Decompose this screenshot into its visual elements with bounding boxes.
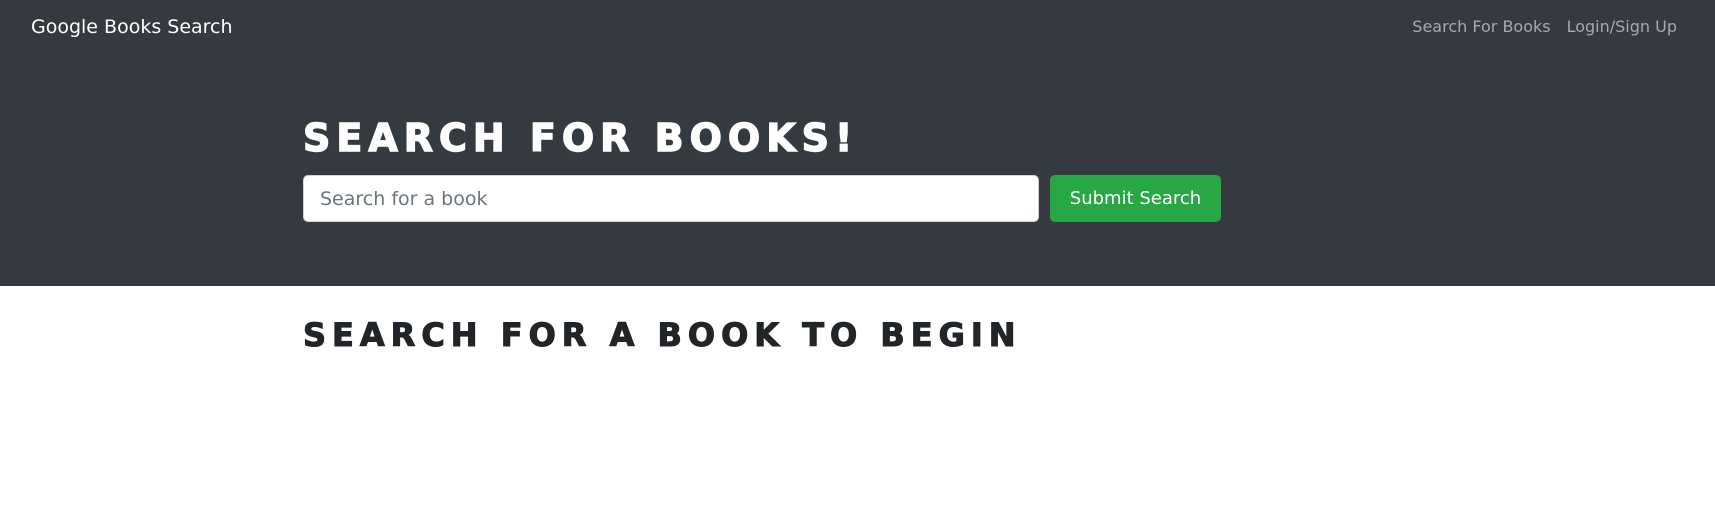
hero-banner: SEARCH FOR BOOKS! Submit Search (0, 56, 1715, 286)
submit-search-button[interactable]: Submit Search (1050, 175, 1221, 222)
nav-link-login-signup[interactable]: Login/Sign Up (1567, 16, 1677, 38)
search-input[interactable] (303, 175, 1039, 222)
page-title: SEARCH FOR BOOKS! (302, 115, 859, 160)
navbar: Google Books Search Search For Books Log… (0, 0, 1715, 56)
nav-links: Search For Books Login/Sign Up (1412, 16, 1677, 38)
nav-link-search-for-books[interactable]: Search For Books (1412, 16, 1550, 38)
results-heading: SEARCH FOR A BOOK TO BEGIN (302, 315, 1022, 354)
brand-link[interactable]: Google Books Search (31, 14, 233, 40)
